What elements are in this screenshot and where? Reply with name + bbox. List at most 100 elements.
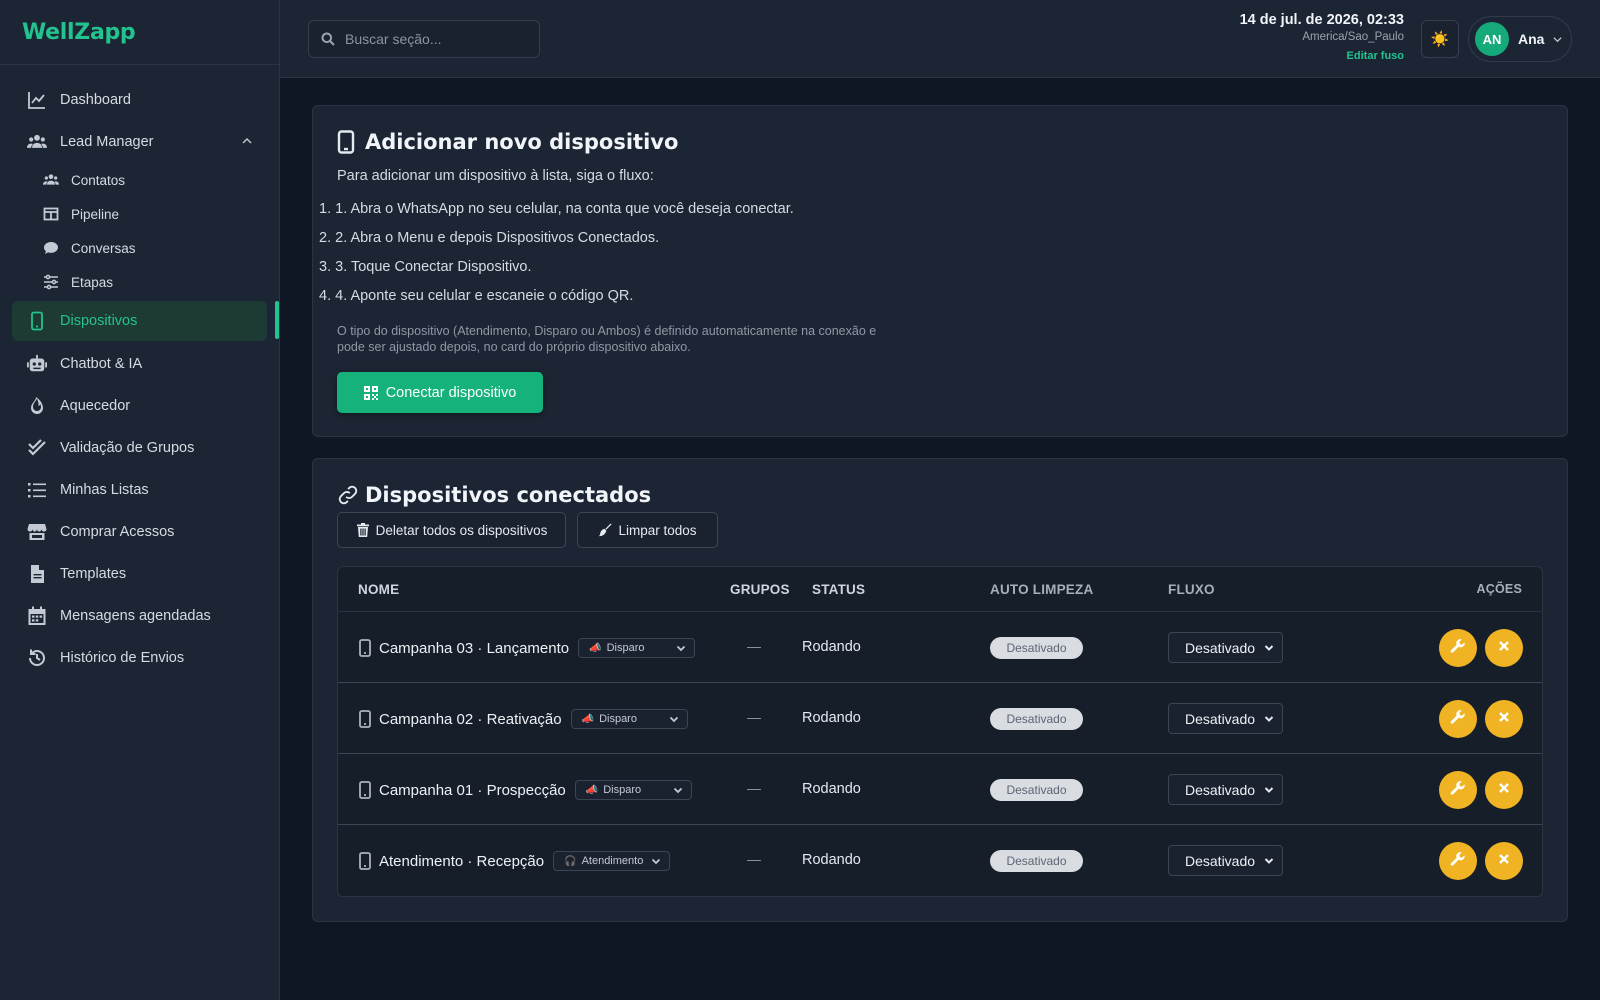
- device-type-select[interactable]: 📣 Disparo: [578, 638, 696, 658]
- add-device-card: Adicionar novo dispositivo Para adiciona…: [312, 105, 1568, 437]
- chevron-down-icon: [651, 856, 661, 866]
- brand-name: WellZapp: [22, 19, 136, 45]
- device-type-select[interactable]: 📣 Disparo: [574, 780, 692, 800]
- column-header-name: NOME: [358, 582, 400, 597]
- connect-device-button[interactable]: Conectar dispositivo: [337, 372, 543, 413]
- sidebar: WellZapp Dashboard Lead Manager Contatos: [0, 0, 280, 1000]
- sidebar-item-mensagens-agendadas[interactable]: Mensagens agendadas: [0, 595, 267, 637]
- step-number: 4.: [319, 288, 332, 304]
- delete-all-devices-button[interactable]: Deletar todos os dispositivos: [337, 512, 566, 548]
- flow-select[interactable]: Desativado: [1168, 774, 1283, 805]
- sidebar-item-pipeline[interactable]: Pipeline: [0, 197, 279, 231]
- sidebar-item-label: Conversas: [71, 240, 136, 256]
- wrench-icon: [1450, 851, 1466, 872]
- sidebar-item-conversas[interactable]: Conversas: [0, 231, 279, 265]
- sidebar-item-historico-envios[interactable]: Histórico de Envios: [0, 637, 267, 679]
- table-row: Atendimento · Recepção 🎧 Atendimento — R…: [338, 825, 1542, 896]
- robot-icon: [26, 353, 48, 375]
- device-name: Atendimento · Recepção: [379, 852, 545, 870]
- sidebar-item-dispositivos[interactable]: Dispositivos: [12, 301, 279, 341]
- add-device-title-text: Adicionar novo dispositivo: [365, 130, 679, 154]
- chevron-down-icon: [1264, 856, 1274, 866]
- flow-select-value: Desativado: [1185, 852, 1256, 869]
- flow-select[interactable]: Desativado: [1168, 632, 1283, 663]
- close-icon: [1496, 638, 1512, 659]
- sidebar-item-label: Dispositivos: [60, 313, 138, 329]
- device-name-cell: Campanha 02 · Reativação 📣 Disparo: [358, 709, 688, 729]
- add-device-title: Adicionar novo dispositivo: [337, 130, 678, 154]
- sidebar-item-templates[interactable]: Templates: [0, 553, 267, 595]
- remove-device-button[interactable]: [1485, 842, 1523, 880]
- device-type-select[interactable]: 📣 Disparo: [570, 709, 688, 729]
- step-text: 4. Aponte seu celular e escaneie o códig…: [335, 288, 634, 304]
- remove-device-button[interactable]: [1485, 629, 1523, 667]
- sidebar-item-label: Lead Manager: [60, 134, 154, 150]
- edit-timezone-link[interactable]: Editar fuso: [1240, 50, 1404, 62]
- sidebar-item-validacao-grupos[interactable]: Validação de Grupos: [0, 427, 267, 469]
- search-box[interactable]: [308, 20, 540, 58]
- sliders-icon: [42, 273, 60, 291]
- device-type-value: Disparo: [606, 642, 645, 654]
- wrench-icon: [1450, 709, 1466, 730]
- link-icon: [337, 483, 359, 507]
- remove-device-button[interactable]: [1485, 700, 1523, 738]
- connected-devices-title-text: Dispositivos conectados: [365, 483, 652, 507]
- device-status: Rodando: [802, 781, 861, 797]
- users-icon: [42, 171, 60, 189]
- sidebar-item-chatbot[interactable]: Chatbot & IA: [0, 343, 267, 385]
- users-icon: [26, 131, 48, 153]
- sidebar-item-label: Mensagens agendadas: [60, 608, 211, 624]
- search-input[interactable]: [345, 31, 525, 47]
- close-icon: [1496, 780, 1512, 801]
- sidebar-item-label: Validação de Grupos: [60, 440, 195, 456]
- sidebar-item-aquecedor[interactable]: Aquecedor: [0, 385, 267, 427]
- clean-all-button[interactable]: Limpar todos: [577, 512, 718, 548]
- flow-select-value: Desativado: [1185, 710, 1256, 727]
- device-name-cell: Campanha 03 · Lançamento 📣 Disparo: [358, 638, 696, 658]
- qr-code-icon: [363, 385, 378, 400]
- column-header-groups: GRUPOS: [730, 582, 790, 597]
- chart-line-icon: [26, 89, 48, 111]
- sidebar-item-label: Pipeline: [71, 206, 120, 222]
- table-row: Campanha 01 · Prospecção 📣 Disparo — Rod…: [338, 754, 1542, 825]
- flow-select[interactable]: Desativado: [1168, 845, 1283, 876]
- edit-device-button[interactable]: [1439, 700, 1477, 738]
- delete-all-devices-label: Deletar todos os dispositivos: [375, 522, 548, 538]
- device-status: Rodando: [802, 852, 861, 868]
- chevron-up-icon[interactable]: [241, 135, 253, 147]
- brand-logo[interactable]: WellZapp: [0, 0, 279, 65]
- sidebar-item-etapas[interactable]: Etapas: [0, 265, 279, 299]
- sidebar-item-contatos[interactable]: Contatos: [0, 163, 279, 197]
- timezone-label: America/Sao_Paulo: [1302, 31, 1404, 43]
- sidebar-item-lead-manager[interactable]: Lead Manager: [0, 121, 267, 163]
- edit-device-button[interactable]: [1439, 771, 1477, 809]
- step-text: 2. Abra o Menu e depois Dispositivos Con…: [335, 230, 660, 246]
- theme-toggle-button[interactable]: ☀️: [1421, 20, 1459, 58]
- chevron-down-icon: [1264, 785, 1274, 795]
- flow-select[interactable]: Desativado: [1168, 703, 1283, 734]
- edit-device-button[interactable]: [1439, 842, 1477, 880]
- step-text: 3. Toque Conectar Dispositivo.: [335, 259, 532, 275]
- device-type-select[interactable]: 🎧 Atendimento: [553, 851, 671, 871]
- sidebar-item-dashboard[interactable]: Dashboard: [0, 79, 267, 121]
- edit-device-button[interactable]: [1439, 629, 1477, 667]
- mobile-icon: [337, 130, 359, 154]
- device-name: Campanha 03 · Lançamento: [379, 639, 570, 657]
- connected-devices-title: Dispositivos conectados: [337, 483, 651, 507]
- sidebar-item-label: Histórico de Envios: [60, 650, 185, 666]
- double-check-icon: [26, 437, 48, 459]
- headphones-icon: 🎧: [564, 855, 577, 867]
- step-item: 2. 2. Abra o Menu e depois Dispositivos …: [319, 229, 794, 258]
- auto-clean-badge: Desativado: [990, 637, 1083, 659]
- chevron-down-icon: [673, 785, 683, 795]
- chevron-down-icon: [1552, 34, 1563, 45]
- sidebar-item-comprar-acessos[interactable]: Comprar Acessos: [0, 511, 267, 553]
- device-type-value: Disparo: [599, 713, 637, 725]
- user-menu[interactable]: AN Ana: [1468, 16, 1572, 62]
- step-number: 2.: [319, 230, 332, 246]
- chevron-down-icon: [669, 714, 679, 724]
- sidebar-item-minhas-listas[interactable]: Minhas Listas: [0, 469, 267, 511]
- auto-clean-badge: Desativado: [990, 708, 1083, 730]
- step-text: 1. Abra o WhatsApp no seu celular, na co…: [335, 201, 794, 217]
- remove-device-button[interactable]: [1485, 771, 1523, 809]
